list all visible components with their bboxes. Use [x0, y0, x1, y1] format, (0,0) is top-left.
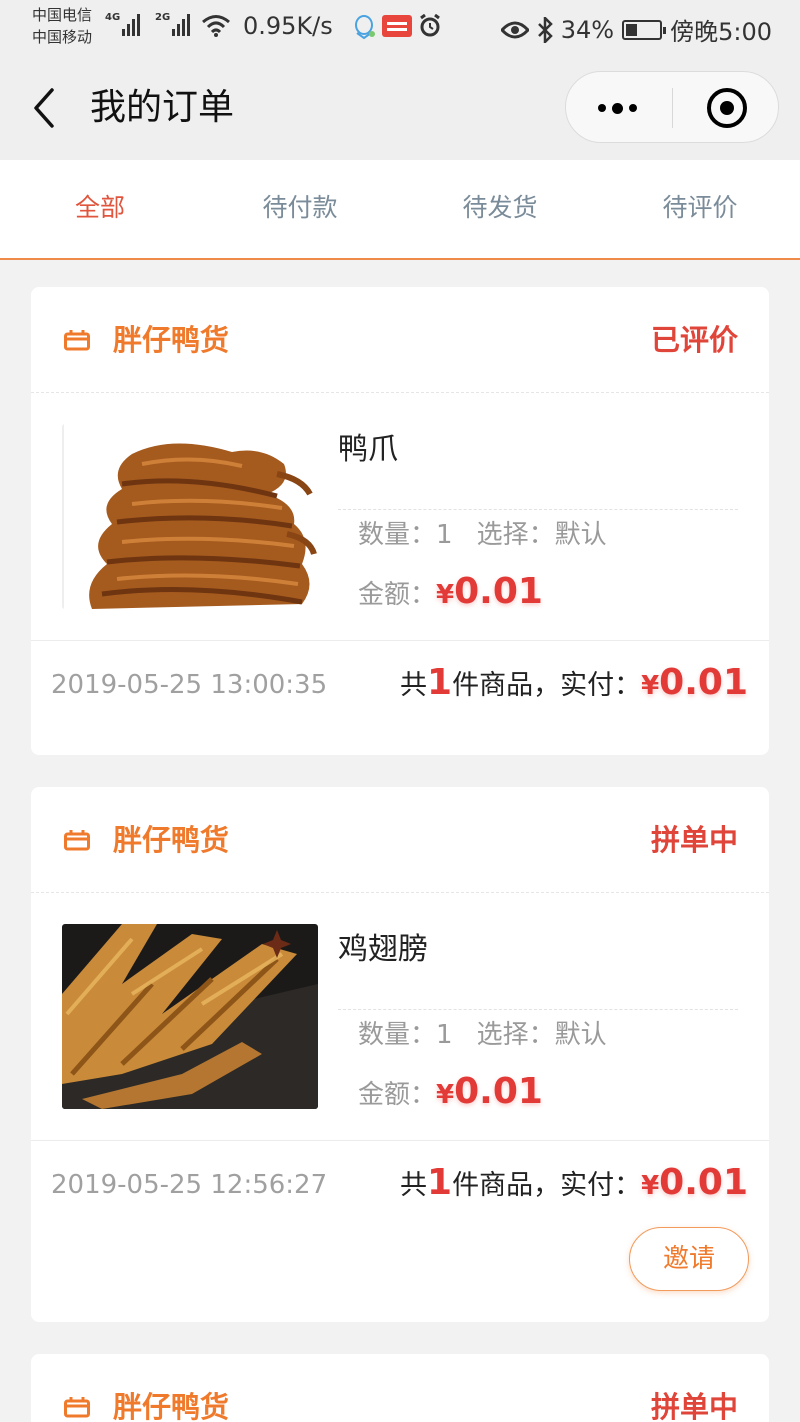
order-status: 拼单中 [650, 1390, 738, 1422]
order-card-header: 胖仔鸭货 拼单中 [31, 1354, 769, 1422]
signal-icon [122, 12, 140, 36]
close-mini-program-icon[interactable] [707, 88, 747, 128]
item-count: 1 [427, 662, 453, 703]
battery-percent: 34% [560, 15, 615, 44]
paid-price: ¥0.01 [641, 662, 748, 703]
toutiao-notification-icon [382, 15, 412, 37]
product-name[interactable]: 鸭爪 [338, 430, 398, 470]
option-label: 选择： [476, 1020, 555, 1050]
page-title: 我的订单 [90, 87, 235, 128]
carrier-info: 中国电信 中国移动 [32, 4, 92, 48]
duck-feet-photo [62, 424, 318, 609]
order-status: 已评价 [650, 323, 738, 357]
item-count: 1 [427, 1162, 453, 1203]
order-card-footer: 2019-05-25 13:00:35 共1件商品，实付：¥0.01 [31, 641, 769, 755]
amount-price: ¥0.01 [436, 1071, 543, 1112]
paid-value: 0.01 [659, 1162, 748, 1203]
order-summary: 共1件商品，实付：¥0.01 [400, 661, 748, 708]
divider [338, 509, 738, 510]
amount-value: 0.01 [454, 1071, 543, 1112]
amount-price: ¥0.01 [436, 571, 543, 612]
carrier-1: 中国电信 [32, 6, 93, 24]
currency-symbol: ¥ [641, 671, 660, 701]
clock: 傍晚5:00 [670, 18, 772, 46]
order-card-header: 胖仔鸭货 已评价 [31, 287, 769, 393]
battery-level [626, 23, 638, 36]
order-card[interactable]: 胖仔鸭货 拼单中 [31, 1354, 769, 1422]
navigation-bar: 我的订单 [0, 56, 800, 160]
summary-prefix: 共 [400, 1170, 428, 1201]
option-value: 默认 [554, 520, 607, 550]
tab-all[interactable]: 全部 [0, 160, 200, 258]
product-spec: 数量：1 选择：默认 [358, 513, 607, 557]
order-card-header: 胖仔鸭货 拼单中 [31, 787, 769, 893]
amount-label: 金额： [358, 1080, 437, 1110]
qq-notification-icon [355, 15, 375, 40]
order-card-footer: 2019-05-25 12:56:27 共1件商品，实付：¥0.01 邀请 [31, 1141, 769, 1322]
network-type-2: 2G [155, 12, 171, 23]
more-menu-icon[interactable] [598, 102, 637, 114]
divider [338, 1009, 738, 1010]
quantity-value: 1 [436, 520, 453, 550]
network-speed: 0.95K/s [243, 12, 333, 40]
currency-symbol: ¥ [436, 1080, 455, 1110]
invite-button[interactable]: 邀请 [629, 1227, 749, 1291]
order-item[interactable]: 鸭爪 数量：1 选择：默认 金额：¥0.01 [31, 393, 769, 641]
alarm-icon [420, 14, 440, 37]
amount-value: 0.01 [454, 571, 543, 612]
currency-symbol: ¥ [641, 1171, 660, 1201]
tab-pending-payment[interactable]: 待付款 [200, 160, 400, 258]
shop-icon [64, 330, 90, 351]
product-amount: 金额：¥0.01 [358, 567, 543, 620]
paid-value: 0.01 [659, 662, 748, 703]
amount-label: 金额： [358, 580, 437, 610]
status-bar: 中国电信 中国移动 4G 2G 0.95K/s 34% 傍晚5:00 [0, 0, 800, 56]
battery-icon [622, 19, 667, 40]
summary-prefix: 共 [400, 670, 428, 701]
tab-pending-shipment[interactable]: 待发货 [400, 160, 600, 258]
option-value: 默认 [554, 1020, 607, 1050]
summary-mid: 件商品，实付： [452, 1170, 642, 1201]
shop-icon [64, 1397, 90, 1418]
chicken-wings-photo [62, 924, 318, 1109]
shop-name[interactable]: 胖仔鸭货 [113, 820, 229, 860]
paid-price: ¥0.01 [641, 1162, 748, 1203]
wifi-icon [202, 15, 230, 37]
summary-mid: 件商品，实付： [452, 670, 642, 701]
product-name[interactable]: 鸡翅膀 [338, 930, 428, 970]
product-image[interactable] [62, 424, 318, 609]
carrier-2: 中国移动 [32, 28, 93, 46]
capsule-divider [672, 88, 673, 128]
status-right: 34% 傍晚5:00 [500, 12, 772, 47]
quantity-label: 数量： [358, 1020, 437, 1050]
order-card[interactable]: 胖仔鸭货 已评价 鸭爪 数量：1 选择：默认 金额：¥0.01 2019-05-… [31, 287, 769, 755]
currency-symbol: ¥ [436, 580, 455, 610]
signal-icon [172, 12, 190, 36]
product-amount: 金额：¥0.01 [358, 1067, 543, 1120]
network-type-1: 4G [105, 12, 121, 23]
mini-program-capsule [565, 71, 779, 143]
order-card[interactable]: 胖仔鸭货 拼单中 鸡翅膀 数量：1 选择：默认 金额：¥0.01 2019-05… [31, 787, 769, 1322]
quantity-label: 数量： [358, 520, 437, 550]
order-time: 2019-05-25 12:56:27 [51, 1170, 328, 1200]
back-arrow-icon[interactable] [30, 86, 60, 130]
option-label: 选择： [476, 520, 555, 550]
order-summary: 共1件商品，实付：¥0.01 [400, 1161, 748, 1208]
product-spec: 数量：1 选择：默认 [358, 1013, 607, 1057]
quantity-value: 1 [436, 1020, 453, 1050]
order-time: 2019-05-25 13:00:35 [51, 670, 328, 700]
tab-pending-review[interactable]: 待评价 [600, 160, 800, 258]
order-status-tabs: 全部 待付款 待发货 待评价 [0, 160, 800, 260]
order-status: 拼单中 [650, 823, 738, 857]
order-item[interactable]: 鸡翅膀 数量：1 选择：默认 金额：¥0.01 [31, 893, 769, 1141]
product-image[interactable] [62, 924, 318, 1109]
shop-name[interactable]: 胖仔鸭货 [113, 320, 229, 360]
shop-icon [64, 830, 90, 851]
order-list-screen: 中国电信 中国移动 4G 2G 0.95K/s 34% 傍晚5:00 我的订单 … [0, 0, 800, 1422]
bluetooth-icon [537, 16, 553, 43]
eye-comfort-icon [500, 21, 529, 38]
shop-name[interactable]: 胖仔鸭货 [113, 1387, 229, 1422]
